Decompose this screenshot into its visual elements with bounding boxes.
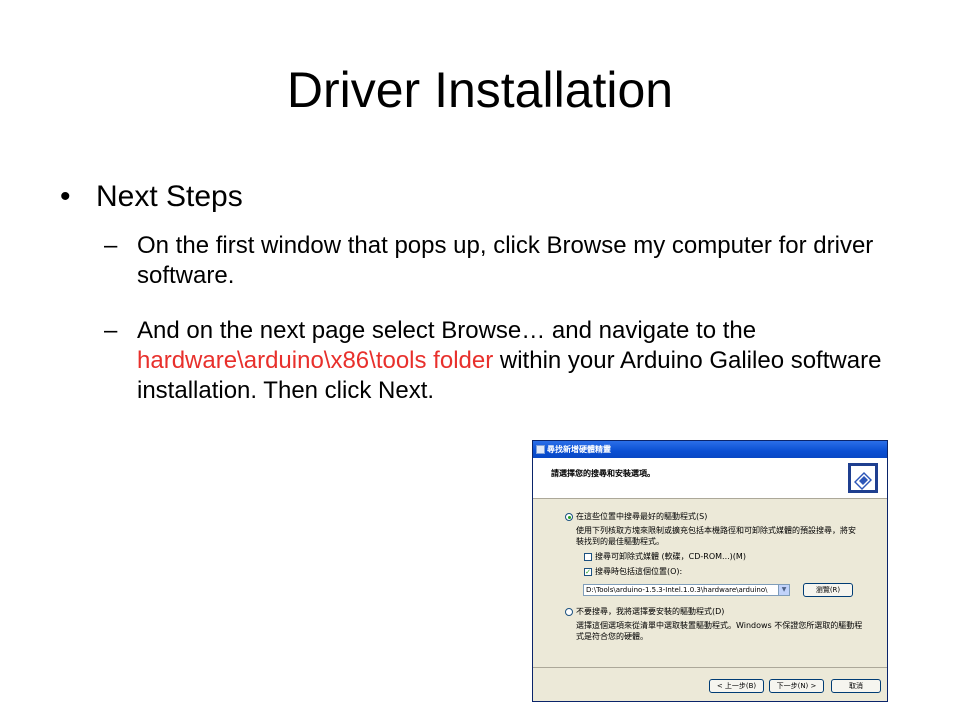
browse-button[interactable]: 瀏覽(R) [803,583,853,597]
back-button[interactable]: < 上一步(B) [709,679,764,693]
sub-bullet-2-text: And on the next page select Browse… and … [137,316,907,406]
bullet-text: Next Steps [96,180,243,213]
search-location-desc-1: 使用下列核取方塊來限制或擴充包括本機路徑和可卸除式媒體的預設搜尋，將安 [576,526,856,535]
chevron-down-icon[interactable]: ▼ [778,585,789,595]
found-new-hardware-dialog: 尋找新增硬體精靈 請選擇您的搜尋和安裝選項。 在這些位置中搜尋最好的驅動程式(S… [532,440,888,702]
include-location-label: 搜尋時包括這個位置(O): [595,567,683,576]
dialog-header-text: 請選擇您的搜尋和安裝選項。 [551,469,655,478]
folder-path-highlight: hardware\arduino\x86\tools folder [137,347,494,374]
wizard-icon [536,445,545,454]
dialog-title: 尋找新增硬體精靈 [547,445,611,454]
search-location-desc-2: 裝找到的最佳驅動程式。 [576,537,664,546]
dont-search-desc-2: 式是符合您的硬體。 [576,632,648,641]
dash-marker: – [104,317,118,344]
dont-search-desc-1: 選擇這個選項來從清單中選取裝置驅動程式。Windows 不保證您所選取的驅動程 [576,621,863,630]
dialog-title-bar: 尋找新增硬體精靈 [533,441,887,458]
removable-media-checkbox[interactable] [584,553,592,561]
cancel-button[interactable]: 取消 [831,679,881,693]
hardware-icon [848,463,878,493]
include-location-checkbox[interactable]: ✓ [584,568,592,576]
removable-media-label: 搜尋可卸除式媒體 (軟碟，CD-ROM...)(M) [595,552,746,561]
search-location-label: 在這些位置中搜尋最好的驅動程式(S) [576,512,708,521]
sub-bullet-2-part-a: And on the next page select Browse… and … [137,317,757,344]
dash-marker: – [104,232,118,259]
dont-search-label: 不要搜尋，我將選擇要安裝的驅動程式(D) [576,607,725,616]
location-path-value: D:\Tools\arduino-1.5.3-Intel.1.0.3\hardw… [586,586,768,594]
bullet-dot: • [60,180,71,213]
next-button[interactable]: 下一步(N) > [769,679,824,693]
location-path-combo[interactable]: D:\Tools\arduino-1.5.3-Intel.1.0.3\hardw… [583,584,790,596]
dialog-separator [533,667,887,668]
sub-bullet-1-text: On the first window that pops up, click … [137,232,874,289]
dialog-header: 請選擇您的搜尋和安裝選項。 [533,458,887,499]
search-location-radio[interactable] [565,513,573,521]
slide-title: Driver Installation [286,62,674,118]
dont-search-radio[interactable] [565,608,573,616]
